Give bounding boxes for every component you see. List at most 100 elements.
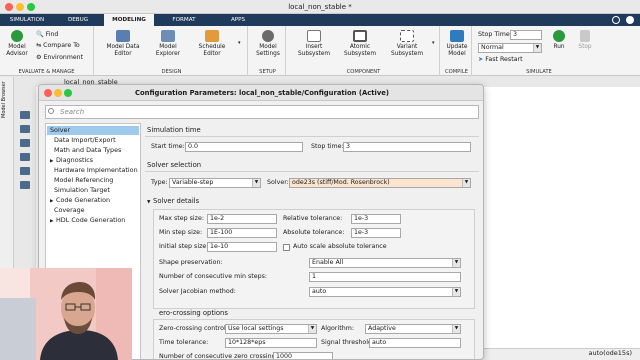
design-more-icon[interactable]: ▾ — [238, 40, 241, 46]
auto-scale-label: Auto scale absolute tolerance — [293, 243, 387, 250]
find-button[interactable]: 🔍 Find — [36, 30, 58, 38]
fast-restart-icon: ➤ — [478, 56, 484, 63]
canvas-toolstrip — [16, 87, 36, 287]
model-advisor-button[interactable]: Model Advisor — [2, 30, 32, 58]
solver-jacobian-select[interactable]: auto ▼ — [309, 287, 461, 297]
tab-apps[interactable]: APPS — [214, 14, 262, 26]
dialog-maximize-icon[interactable] — [64, 89, 72, 97]
schedule-editor-button[interactable]: Schedule Editor — [192, 30, 232, 58]
time-tolerance-label: Time tolerance: — [159, 339, 209, 346]
tree-item-simulation-target[interactable]: Simulation Target — [50, 186, 110, 195]
help-icon[interactable] — [626, 16, 634, 24]
solver-value: ode23s (stiff/Mod. Rosenbrock) — [292, 179, 390, 186]
model-settings-label: Model Settings — [256, 44, 280, 57]
consecutive-zero-crossings-input[interactable]: 1000 — [273, 352, 333, 359]
relative-tolerance-input[interactable]: 1e-3 — [351, 214, 401, 224]
tree-item-hardware-implementation[interactable]: Hardware Implementation — [50, 166, 138, 175]
variant-subsystem-button[interactable]: Variant Subsystem — [384, 30, 430, 58]
stop-time-field[interactable]: 3 — [343, 142, 471, 152]
tree-item-coverage[interactable]: Coverage — [50, 206, 85, 215]
ribbon-tabs: SIMULATION DEBUG MODELING FORMAT APPS — [0, 14, 640, 26]
fast-restart-button[interactable]: ➤ Fast Restart — [478, 56, 523, 63]
stop-button[interactable]: Stop — [574, 30, 596, 51]
search-icon[interactable] — [612, 16, 620, 24]
search-input[interactable]: Search — [45, 105, 479, 119]
tree-item-data-import-export[interactable]: Data Import/Export — [50, 136, 116, 145]
model-data-editor-button[interactable]: Model Data Editor — [102, 30, 144, 58]
consecutive-min-steps-input[interactable]: 1 — [309, 272, 461, 282]
zoom-icon[interactable] — [20, 111, 30, 119]
tree-item-code-generation[interactable]: ▶ Code Generation — [50, 196, 110, 205]
atomic-subsystem-button[interactable]: Atomic Subsystem — [338, 30, 382, 58]
ribbon-group-design: Model Data Editor Model Explorer Schedul… — [96, 26, 248, 76]
model-explorer-button[interactable]: Model Explorer — [148, 30, 188, 58]
group-label-simulate: SIMULATE — [526, 69, 552, 75]
section-zero-crossing: ero-crossing options — [159, 309, 228, 317]
absolute-tolerance-input[interactable]: 1e-3 — [351, 228, 401, 238]
group-label-setup: SETUP — [259, 69, 276, 75]
zero-crossing-control-select[interactable]: Use local settings ▼ — [225, 324, 317, 334]
group-label-evaluate: EVALUATE & MANAGE — [18, 69, 75, 75]
min-step-size-input[interactable]: 1E-100 — [207, 228, 277, 238]
tab-debug[interactable]: DEBUG — [54, 14, 102, 26]
tab-simulation[interactable]: SIMULATION — [2, 14, 52, 26]
algorithm-select[interactable]: Adaptive ▼ — [365, 324, 461, 334]
max-step-size-input[interactable]: 1e-2 — [207, 214, 277, 224]
simulation-mode-select[interactable]: Normal ▼ — [478, 43, 542, 53]
chevron-down-icon: ▼ — [452, 288, 460, 296]
tree-item-label: Diagnostics — [56, 156, 94, 164]
fast-restart-label: Fast Restart — [485, 56, 523, 63]
dialog-close-icon[interactable] — [44, 89, 52, 97]
arrow-icon[interactable] — [20, 139, 30, 147]
initial-step-size-input[interactable]: 1e-10 — [207, 242, 277, 252]
fit-view-icon[interactable] — [20, 125, 30, 133]
shape-preservation-select[interactable]: Enable All ▼ — [309, 258, 461, 268]
tree-item-diagnostics[interactable]: ▶ Diagnostics — [50, 156, 93, 165]
type-select[interactable]: Variable-step ▼ — [169, 178, 261, 188]
chevron-down-icon: ▼ — [462, 179, 470, 187]
section-simulation-time: Simulation time — [147, 126, 201, 134]
consecutive-min-steps-label: Number of consecutive min steps: — [159, 273, 268, 280]
environment-button[interactable]: ⚙ Environment — [36, 54, 83, 61]
status-solver[interactable]: auto(ode15s) — [589, 349, 632, 357]
tab-format[interactable]: FORMAT — [156, 14, 212, 26]
insert-subsystem-button[interactable]: Insert Subsystem — [292, 30, 336, 58]
solver-select[interactable]: ode23s (stiff/Mod. Rosenbrock) ▼ — [289, 178, 471, 188]
gear-icon — [262, 30, 274, 42]
atomic-subsystem-icon — [353, 30, 367, 42]
stop-time-input[interactable]: 3 — [510, 30, 542, 40]
tree-item-model-referencing[interactable]: Model Referencing — [50, 176, 113, 185]
group-label-compile: COMPILE — [444, 69, 468, 75]
variant-subsystem-label: Variant Subsystem — [391, 44, 423, 57]
time-tolerance-input[interactable]: 10*128*eps — [225, 338, 317, 348]
signal-threshold-label: Signal threshold: — [321, 339, 375, 346]
compare-to-button[interactable]: ⇆ Compare To — [36, 42, 80, 49]
relative-tolerance-label: Relative tolerance: — [283, 215, 343, 222]
section-solver-details[interactable]: ▼ Solver details — [147, 197, 199, 205]
tree-item-solver[interactable]: Solver — [47, 126, 139, 135]
chevron-down-icon: ▼ — [452, 325, 460, 333]
tree-item-label: HDL Code Generation — [56, 216, 126, 224]
tab-modeling[interactable]: MODELING — [104, 14, 154, 26]
image-icon[interactable] — [20, 167, 30, 175]
area-icon[interactable] — [20, 181, 30, 189]
annotation-icon[interactable] — [20, 153, 30, 161]
tree-item-hdl-code-generation[interactable]: ▶ HDL Code Generation — [50, 216, 125, 225]
model-browser-tab[interactable]: Model Browser — [1, 80, 12, 120]
model-settings-button[interactable]: Model Settings — [252, 30, 284, 58]
signal-threshold-input[interactable]: auto — [369, 338, 461, 348]
run-button[interactable]: Run — [548, 30, 570, 51]
tree-item-math-data-types[interactable]: Math and Data Types — [50, 146, 121, 155]
dialog-minimize-icon[interactable] — [54, 89, 62, 97]
chevron-down-icon: ▼ — [252, 179, 260, 187]
solver-jacobian-value: auto — [312, 288, 327, 295]
model-advisor-icon — [11, 30, 23, 42]
auto-scale-checkbox[interactable] — [283, 244, 290, 251]
start-time-input[interactable]: 0.0 — [185, 142, 303, 152]
component-more-icon[interactable]: ▾ — [432, 40, 435, 46]
update-model-button[interactable]: Update Model — [443, 30, 471, 58]
chevron-down-icon: ▼ — [533, 44, 541, 52]
ribbon: Model Advisor 🔍 Find ⇆ Compare To ⚙ Envi… — [0, 26, 640, 76]
compare-to-label: Compare To — [43, 42, 80, 49]
ribbon-group-setup: Model Settings SETUP — [250, 26, 286, 76]
